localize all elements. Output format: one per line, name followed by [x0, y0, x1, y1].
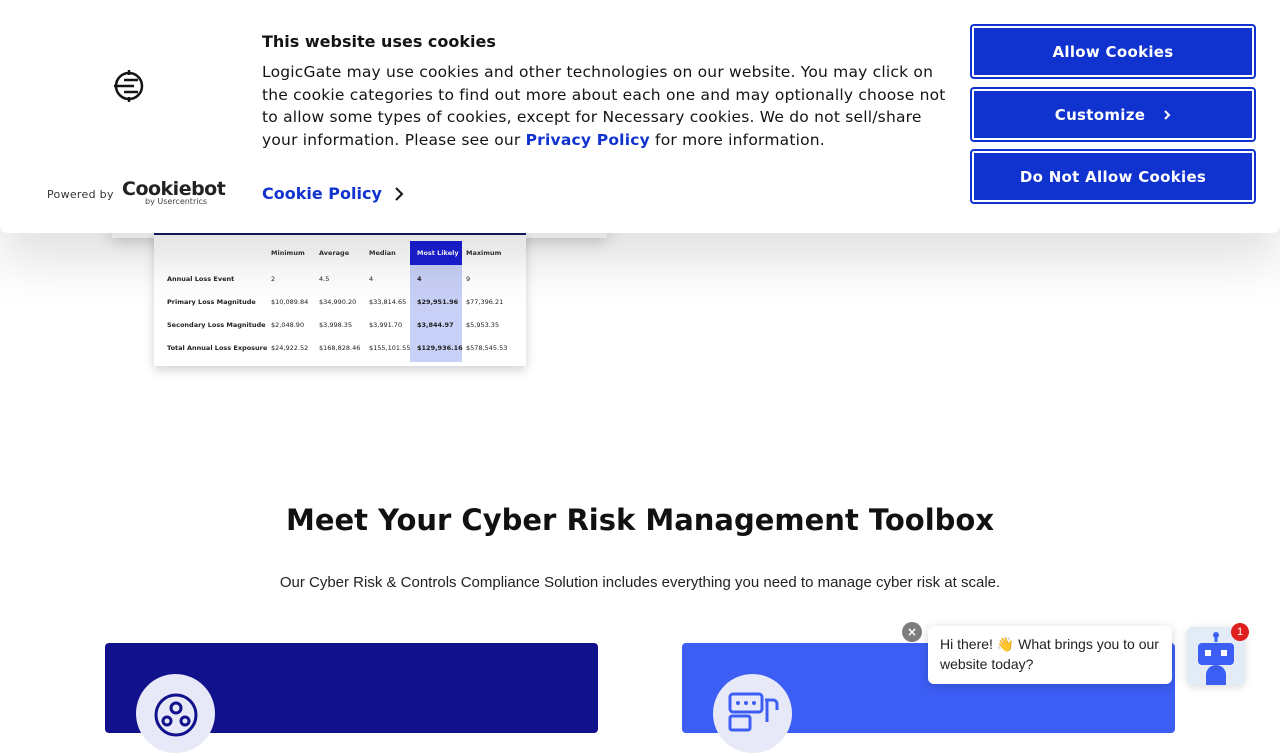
powered-by-label: Powered by — [47, 188, 114, 201]
table-row-label: Primary Loss Magnitude — [167, 298, 256, 306]
section-subtitle: Our Cyber Risk & Controls Compliance Sol… — [279, 574, 1001, 591]
table-row-label: Annual Loss Event — [167, 275, 235, 283]
allow-cookies-label: Allow Cookies — [1052, 42, 1174, 61]
table-cell: $29,951.96 — [417, 298, 459, 306]
network-icon — [136, 674, 215, 753]
table-cell: $2,048.90 — [271, 321, 305, 329]
deny-cookies-button[interactable]: Do Not Allow Cookies — [970, 149, 1256, 204]
banner-text: LogicGate may use cookies and other tech… — [262, 61, 952, 151]
table-cell: 9 — [466, 275, 471, 283]
table-cell: $129,936.16 — [417, 344, 463, 352]
chat-close-icon[interactable]: × — [902, 622, 922, 642]
table-cell: $3,998.35 — [319, 321, 353, 329]
customize-button[interactable]: Customize — [970, 87, 1256, 142]
table-cell: $33,814.65 — [369, 298, 407, 306]
table-header: Average — [319, 249, 350, 257]
cookie-policy-link[interactable]: Cookie Policy — [262, 184, 382, 203]
table-cell: 4 — [369, 275, 374, 283]
cookiebot-sub-label: by Usercentrics — [145, 197, 208, 206]
banner-title: This website uses cookies — [262, 32, 496, 51]
table-header: Most Likely — [417, 249, 459, 257]
table-cell: $24,922.52 — [271, 344, 309, 352]
chat-message-bubble[interactable]: Hi there! 👋 What brings you to our websi… — [928, 626, 1172, 684]
table-header: Minimum — [271, 249, 305, 257]
chevron-right-icon[interactable] — [393, 186, 405, 202]
table-cell: $168,828.46 — [319, 344, 361, 352]
table-header: Maximum — [466, 249, 502, 257]
loss-table-card: Minimum Average Median Most Likely Maxim… — [154, 232, 526, 366]
table-row-label: Total Annual Loss Exposure — [167, 344, 268, 352]
customize-label: Customize — [1054, 105, 1146, 124]
table-cell: $5,953.35 — [466, 321, 500, 329]
table-cell: $77,396.21 — [466, 298, 504, 306]
table-cell: 2 — [271, 275, 276, 283]
banner-text-post: for more information. — [649, 130, 825, 149]
chat-notification-badge: 1 — [1231, 623, 1249, 641]
table-cell: 4 — [417, 275, 422, 283]
privacy-policy-link[interactable]: Privacy Policy — [526, 131, 650, 149]
table-cell: $578,545.53 — [466, 344, 508, 352]
deny-cookies-label: Do Not Allow Cookies — [1019, 167, 1207, 186]
table-row-label: Secondary Loss Magnitude — [167, 321, 266, 329]
server-terminal-icon — [713, 674, 792, 753]
table-cell: $155,101.55 — [369, 344, 411, 352]
logicgate-logo-icon — [112, 68, 146, 104]
section-title: Meet Your Cyber Risk Management Toolbox — [285, 503, 995, 537]
table-cell: 4.5 — [319, 275, 330, 283]
chevron-right-icon — [1163, 109, 1171, 121]
table-header: Median — [369, 249, 396, 257]
cookie-banner: Powered by Cookiebot by Usercentrics Thi… — [0, 0, 1280, 233]
table-cell: $3,991.70 — [369, 321, 403, 329]
allow-cookies-button[interactable]: Allow Cookies — [970, 24, 1256, 79]
table-cell: $10,089.84 — [271, 298, 309, 306]
table-cell: $3,844.97 — [417, 321, 454, 329]
table-cell: $34,990.20 — [319, 298, 357, 306]
